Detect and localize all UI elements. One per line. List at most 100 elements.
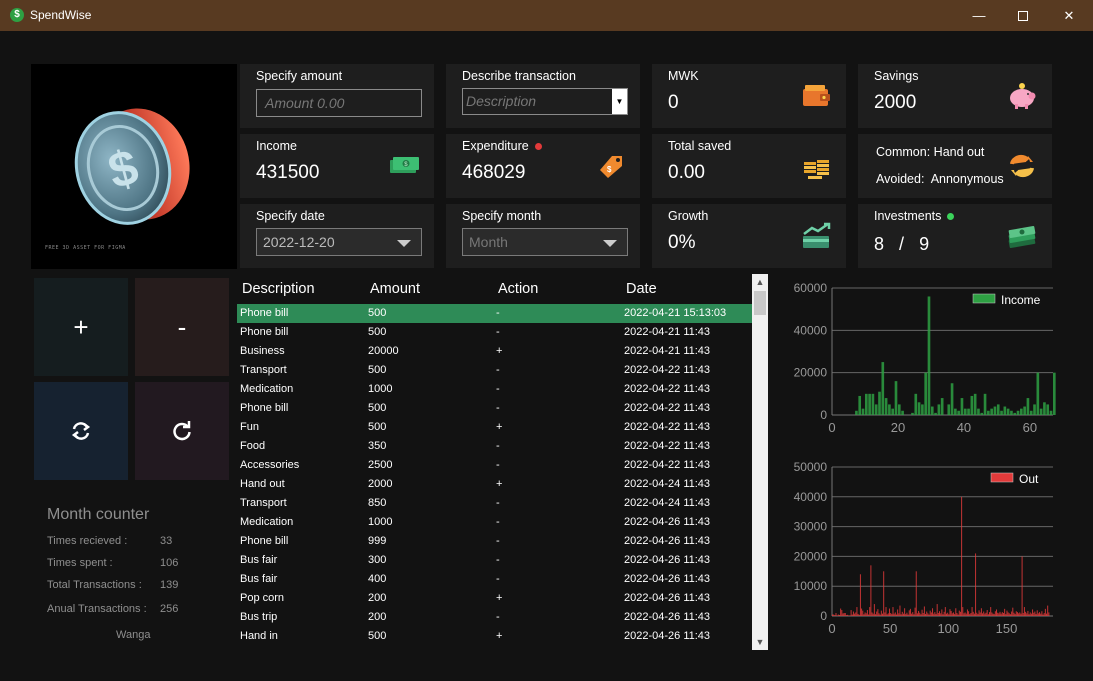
dropdown-arrow-icon[interactable]: ▼ (612, 89, 627, 114)
chart-bar (1010, 410, 1013, 415)
chart-bar (911, 613, 913, 616)
chevron-down-icon[interactable] (603, 240, 617, 247)
chart-bar (901, 410, 904, 415)
chart-bar (1011, 611, 1013, 616)
table-scrollbar[interactable]: ▲ ▼ (752, 274, 768, 650)
sync-button[interactable] (34, 382, 128, 480)
cell-description: Bus fair (240, 573, 278, 585)
chart-bar (939, 611, 941, 616)
add-income-button[interactable]: + (34, 278, 128, 376)
table-row[interactable]: Pop corn 200 +2022-04-26 11:43 (237, 589, 752, 608)
header-amount[interactable]: Amount (370, 281, 420, 297)
chart-bar (943, 611, 945, 616)
chart-bar (990, 408, 993, 415)
add-expense-button[interactable]: - (135, 278, 229, 376)
table-row[interactable]: Phone bill 500 - 2022-04-22 11:43 (237, 399, 752, 418)
date-picker[interactable]: 2022-12-20 (256, 228, 422, 256)
close-button[interactable]: ✕ (1046, 0, 1092, 31)
chart-bar (1041, 611, 1043, 616)
table-row[interactable]: Fun 500 +2022-04-22 11:43 (237, 418, 752, 437)
cell-action: - (496, 459, 500, 471)
chevron-down-icon[interactable] (397, 240, 411, 247)
cash-icon: $ (390, 157, 419, 173)
chart-bar (848, 615, 850, 616)
cell-description: Phone bill (240, 402, 289, 414)
chart-bar (880, 610, 882, 616)
table-row[interactable]: Bus fair 400 - 2022-04-26 11:43 (237, 570, 752, 589)
chart-bar (1047, 605, 1049, 616)
table-row[interactable]: Transport 850 - 2022-04-24 11:43 (237, 494, 752, 513)
chart-bar (941, 609, 943, 616)
table-row[interactable]: Medication 1000 - 2022-04-26 11:43 (237, 513, 752, 532)
chart-bar (872, 613, 874, 616)
scroll-thumb[interactable] (754, 291, 766, 315)
chart-bar (950, 383, 954, 415)
table-row[interactable]: Transport 500 - 2022-04-22 11:43 (237, 361, 752, 380)
chart-bar (911, 412, 914, 415)
cell-action: - (496, 497, 500, 509)
amount-input[interactable]: Amount 0.00 (256, 89, 422, 117)
chart-bar (1053, 372, 1056, 415)
table-row[interactable]: Business 20000 +2022-04-21 11:43 (237, 342, 752, 361)
chart-bar (1040, 613, 1042, 616)
chart-bar (881, 362, 885, 415)
chart-bar (963, 408, 967, 415)
minimize-button[interactable]: — (956, 0, 1002, 31)
chart-bar (982, 613, 984, 616)
table-row[interactable]: Phone bill 500 - 2022-04-21 11:43 (237, 323, 752, 342)
chart-bar (949, 609, 951, 616)
chart-bar (868, 614, 870, 616)
chart-bar (1026, 398, 1030, 415)
avoided-row: Avoided: Annonymous (876, 172, 1004, 186)
table-row[interactable]: Hand out 2000 +2022-04-24 11:43 (237, 475, 752, 494)
chart-bar (1001, 612, 1003, 616)
date-card: Specify date 2022-12-20 (240, 204, 434, 268)
scroll-down-icon[interactable]: ▼ (752, 634, 768, 650)
cell-amount: 500 (368, 421, 387, 433)
table-row[interactable]: Phone bill 999 - 2022-04-26 11:43 (237, 532, 752, 551)
description-combobox[interactable]: Description ▼ (462, 88, 628, 115)
month-select[interactable]: Month (462, 228, 628, 256)
expenditure-label-row: Expenditure (462, 139, 542, 153)
chart-bar (992, 613, 994, 616)
chart-bar (1020, 408, 1023, 415)
refresh-button[interactable] (135, 382, 229, 480)
table-header: Description Amount Action Date (237, 274, 752, 304)
cell-date: 2022-04-22 11:43 (624, 402, 711, 414)
chart-bar (913, 614, 915, 616)
times-received-value: 33 (160, 535, 173, 547)
window-title: SpendWise (30, 8, 92, 22)
chart-bar (897, 404, 901, 415)
table-row[interactable]: Accessories 2500 - 2022-04-22 11:43 (237, 456, 752, 475)
chart-bar (912, 612, 914, 616)
chart-bar (994, 611, 996, 616)
table-row[interactable]: Phone bill 500 - 2022-04-21 15:13:03 (237, 304, 752, 323)
chart-bar (986, 610, 988, 616)
header-description[interactable]: Description (242, 281, 315, 297)
table-row[interactable]: Food 350 - 2022-04-22 11:43 (237, 437, 752, 456)
investments-count: 8 (874, 234, 885, 254)
chart-bar (1028, 614, 1030, 616)
chart-bar (1023, 607, 1025, 616)
table-row[interactable]: Bus trip 200 - 2022-04-26 11:43 (237, 608, 752, 627)
chart-bar (940, 613, 942, 616)
investments-label-row: Investments (874, 209, 955, 223)
chart-bar (1018, 613, 1020, 616)
sync-icon (71, 422, 91, 440)
chart-bar (1022, 613, 1024, 616)
price-tag-icon: $ (600, 156, 622, 178)
header-action[interactable]: Action (498, 281, 538, 297)
chart-bar (966, 609, 968, 616)
user-name: Wanga (116, 629, 151, 641)
common-row: Common: Hand out (876, 145, 984, 159)
table-row[interactable]: Medication 1000 - 2022-04-22 11:43 (237, 380, 752, 399)
maximize-button[interactable] (1000, 0, 1046, 31)
income-chart: 0 20000 40000 60000 0 20 40 60 Income (794, 281, 1056, 435)
table-row[interactable]: Hand in 500 +2022-04-26 11:43 (237, 627, 752, 646)
total-saved-label: Total saved (668, 139, 732, 153)
table-row[interactable]: Bus fair 300 - 2022-04-26 11:43 (237, 551, 752, 570)
chart-bar (882, 613, 884, 616)
chart-bar (962, 607, 964, 616)
scroll-up-icon[interactable]: ▲ (752, 274, 768, 290)
header-date[interactable]: Date (626, 281, 657, 297)
